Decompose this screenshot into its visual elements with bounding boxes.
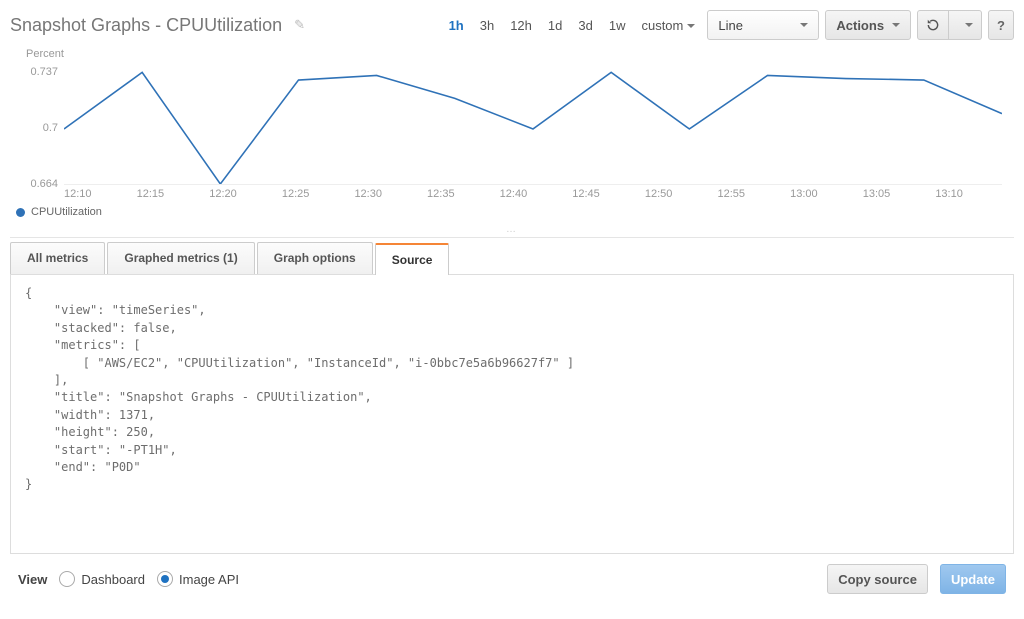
resize-handle-icon[interactable]: …	[10, 224, 1014, 235]
radio-icon	[59, 571, 75, 587]
chart-xtick: 13:10	[935, 188, 1008, 200]
page-title: Snapshot Graphs - CPUUtilization	[10, 15, 282, 36]
range-1d[interactable]: 1d	[542, 16, 568, 35]
refresh-menu-button[interactable]	[949, 10, 982, 40]
chart-y-axis-label: Percent	[26, 48, 1008, 60]
chart-xtick: 12:40	[500, 188, 573, 200]
tab-bar: All metrics Graphed metrics (1) Graph op…	[10, 242, 1014, 275]
source-editor[interactable]: { "view": "timeSeries", "stacked": false…	[10, 275, 1014, 554]
legend-series-label: CPUUtilization	[31, 206, 102, 218]
tab-graph-options[interactable]: Graph options	[257, 242, 373, 274]
chart-line	[64, 60, 1002, 184]
chart-ytick: 0.7	[16, 122, 58, 134]
range-3h[interactable]: 3h	[474, 16, 500, 35]
radio-label: Dashboard	[81, 572, 145, 587]
radio-icon	[157, 571, 173, 587]
chart-xtick: 12:10	[64, 188, 137, 200]
tab-graphed-metrics[interactable]: Graphed metrics (1)	[107, 242, 254, 274]
chart-type-value: Line	[718, 18, 743, 33]
chart-xtick: 12:15	[137, 188, 210, 200]
chart-xtick: 12:20	[209, 188, 282, 200]
refresh-button[interactable]	[917, 10, 949, 40]
range-1h[interactable]: 1h	[443, 16, 470, 35]
help-icon: ?	[997, 18, 1005, 33]
chevron-down-icon	[800, 23, 808, 31]
chart-xtick: 12:55	[717, 188, 790, 200]
range-1w[interactable]: 1w	[603, 16, 632, 35]
legend-swatch	[16, 208, 25, 217]
range-custom[interactable]: custom	[635, 16, 701, 35]
source-json: { "view": "timeSeries", "stacked": false…	[25, 285, 999, 494]
update-button[interactable]: Update	[940, 564, 1006, 594]
range-3d[interactable]: 3d	[572, 16, 598, 35]
chart-xtick: 12:50	[645, 188, 718, 200]
chart-x-ticks: 12:1012:1512:2012:2512:3012:3512:4012:45…	[64, 188, 1008, 200]
actions-button[interactable]: Actions	[825, 10, 911, 40]
chart-xtick: 12:45	[572, 188, 645, 200]
chart-xtick: 12:30	[354, 188, 427, 200]
chart-ytick: 0.664	[16, 178, 58, 190]
edit-title-icon[interactable]: ✎	[294, 17, 305, 33]
copy-source-button[interactable]: Copy source	[827, 564, 928, 594]
chart-xtick: 12:35	[427, 188, 500, 200]
radio-label: Image API	[179, 572, 239, 587]
view-label: View	[18, 572, 47, 587]
chart-xtick: 13:00	[790, 188, 863, 200]
actions-label: Actions	[836, 18, 884, 33]
time-range-picker: 1h 3h 12h 1d 3d 1w custom	[443, 16, 702, 35]
chart-xtick: 13:05	[863, 188, 936, 200]
tab-all-metrics[interactable]: All metrics	[10, 242, 105, 274]
view-radio-dashboard[interactable]: Dashboard	[59, 571, 145, 587]
refresh-icon	[926, 18, 940, 32]
chart-xtick: 12:25	[282, 188, 355, 200]
range-12h[interactable]: 12h	[504, 16, 538, 35]
help-button[interactable]: ?	[988, 10, 1014, 40]
chevron-down-icon	[892, 23, 900, 31]
chevron-down-icon	[965, 23, 973, 31]
divider	[10, 237, 1014, 238]
chart-type-select[interactable]: Line	[707, 10, 819, 40]
chart-ytick: 0.737	[16, 66, 58, 78]
view-radio-image-api[interactable]: Image API	[157, 571, 239, 587]
tab-source[interactable]: Source	[375, 243, 450, 275]
chart: Percent 0.737 0.7 0.664 12:1012:1512:201…	[16, 48, 1008, 218]
